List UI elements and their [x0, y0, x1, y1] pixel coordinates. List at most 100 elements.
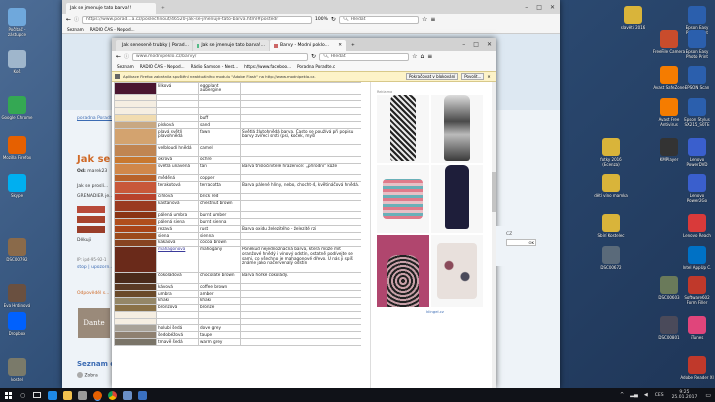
file-explorer-icon[interactable]	[63, 390, 73, 400]
desktop-icon-label: Google Chrome	[1, 115, 33, 120]
continue-blocking-button[interactable]: Pokračovat v blokování	[406, 73, 459, 80]
scrollbar-thumb[interactable]	[492, 172, 496, 212]
bookmark-item[interactable]: Rádio Samson - Nest...	[191, 64, 239, 69]
bookmark-item[interactable]: Seznam	[117, 64, 134, 69]
color-name-en	[198, 107, 241, 116]
network-icon[interactable]: ▂▄	[630, 392, 638, 398]
menu-icon[interactable]: ≡	[427, 53, 432, 60]
allow-button[interactable]: Povolit...	[461, 73, 485, 80]
front-url-field[interactable]: www.modnipeklo.cz/barvy/	[132, 52, 309, 61]
desktop-icon[interactable]: Eva Hrdinová	[0, 284, 34, 308]
tray-chevron-icon[interactable]: ^	[620, 392, 624, 398]
desktop-icon[interactable]: EPSON Scan	[680, 66, 714, 90]
info-icon[interactable]: ⓘ	[74, 16, 79, 23]
desktop-icon[interactable]: Epson Easy Photo Print	[680, 30, 714, 59]
notifications-icon[interactable]: ▭	[705, 392, 711, 399]
home-icon[interactable]: ⌂	[420, 53, 424, 60]
desktop-icon[interactable]: DSC00672	[594, 246, 628, 270]
minimize-icon[interactable]: –	[462, 41, 465, 48]
front-tab[interactable]: Jak seneseně trubky | Porad...	[116, 40, 192, 51]
desktop-icon[interactable]: Lenovo Power2Go	[680, 174, 714, 203]
ok-button[interactable]: OK	[528, 240, 535, 245]
info-icon[interactable]: ⓘ	[124, 53, 129, 60]
edge-icon[interactable]	[48, 390, 58, 400]
back-new-tab-button[interactable]: +	[157, 3, 169, 14]
star-icon[interactable]: ☆	[422, 16, 427, 23]
list-item[interactable]: Zobra	[77, 372, 98, 379]
star-icon[interactable]: ☆	[412, 53, 417, 60]
language-indicator[interactable]: CES	[655, 393, 664, 398]
desktop-icon[interactable]: Mozilla Firefox	[0, 136, 34, 160]
task-view-icon[interactable]	[33, 392, 42, 398]
start-button[interactable]	[0, 388, 16, 402]
app-icon[interactable]	[138, 390, 148, 400]
front-browser-window[interactable]: Jak seneseně trubky | Porad... Jak se jm…	[112, 38, 496, 388]
ad-sweater-image[interactable]	[377, 165, 429, 233]
chrome-icon[interactable]	[108, 390, 118, 400]
desktop-icon[interactable]: Google Chrome	[0, 96, 34, 120]
back-url-field[interactable]: https://www.porad...a.cz/poslechnout/465…	[82, 15, 313, 24]
ad-footer[interactable]: klingel.cz	[377, 309, 493, 314]
stop-links[interactable]: stop | upozorn...	[77, 265, 114, 270]
desktop-icon[interactable]: Epson Stylus SX215_S0TE	[680, 98, 714, 127]
front-tab[interactable]: Jak se jmenuje tato barva!...	[193, 40, 269, 51]
bookmark-item[interactable]: Poradna Poradte.c	[297, 64, 335, 69]
firefox-icon[interactable]	[93, 390, 103, 400]
photos-icon[interactable]	[123, 390, 133, 400]
minimize-icon[interactable]: –	[525, 4, 528, 11]
volume-icon[interactable]: ◀	[644, 392, 648, 398]
color-swatch	[114, 121, 157, 130]
zoom-level[interactable]: 100%	[315, 17, 328, 22]
ad-dress-image[interactable]	[431, 165, 483, 233]
desktop-icon[interactable]: Počítač - zástupce	[0, 8, 34, 37]
bookmark-item[interactable]: RADIO ČAS - Nepod...	[90, 27, 135, 32]
ad-model-image[interactable]	[377, 235, 429, 307]
desktop-icon[interactable]: Koš	[0, 50, 34, 74]
clock[interactable]: 9:25 25.01.2017	[672, 390, 698, 400]
desktop-icon[interactable]: Skype	[0, 174, 34, 198]
answer-link[interactable]: Odpověděl s...	[77, 291, 109, 296]
reload-icon[interactable]: ↻	[311, 53, 316, 60]
close-icon[interactable]: ✕	[487, 74, 490, 79]
front-search-field[interactable]: 🔍︎ Hledat	[319, 52, 410, 61]
close-icon[interactable]: ✕	[550, 4, 555, 11]
menu-icon[interactable]: ≡	[430, 16, 435, 23]
maximize-icon[interactable]: □	[473, 41, 479, 48]
store-icon[interactable]	[78, 390, 88, 400]
front-tab-active[interactable]: Barvy - Modní poklo... ✕	[270, 40, 346, 51]
front-new-tab-button[interactable]: +	[347, 40, 359, 51]
back-arrow-icon[interactable]: ←	[66, 16, 71, 23]
ad-dress-image[interactable]	[377, 95, 429, 163]
desktop-icon[interactable]: Dropbox	[0, 312, 34, 336]
ad-block[interactable]: Reklama klingel.cz	[377, 90, 493, 314]
back-arrow-icon[interactable]: ←	[116, 53, 121, 60]
desktop-icon[interactable]: iTunes	[680, 316, 714, 340]
close-icon[interactable]: ✕	[487, 41, 492, 48]
desktop-icon[interactable]: Lenovo PowerDVD	[680, 138, 714, 167]
desktop-icon-label: KMPlayer	[659, 157, 679, 162]
ad-sweater-image[interactable]	[431, 235, 483, 307]
ad-grid	[377, 95, 493, 307]
sidebar-input[interactable]: OK	[506, 239, 536, 246]
maximize-icon[interactable]: □	[536, 4, 542, 11]
bookmark-item[interactable]: Seznam	[67, 27, 84, 32]
back-tab-active[interactable]: Jak se jmenuje tato barva!!	[66, 3, 156, 14]
desktop-icon[interactable]: Software602 Form Filler	[680, 276, 714, 305]
desktop-icon[interactable]: DSC00792	[0, 238, 34, 262]
desktop-icon[interactable]: Adobe Reader XI	[680, 356, 714, 380]
desktop-icon[interactable]: Sbírí Kostelec	[594, 214, 628, 238]
desktop-icon[interactable]: dětí víno mamka	[594, 174, 628, 198]
desktop-icon[interactable]: Intel AppUp C.	[680, 246, 714, 270]
tab-close-icon[interactable]: ✕	[338, 43, 342, 48]
bookmark-item[interactable]: https://www.faceboo...	[244, 64, 291, 69]
desktop-icon[interactable]: slavěti 2016	[616, 6, 650, 30]
color-swatch	[114, 245, 157, 273]
desktop-icon[interactable]: Lenovo Reach	[680, 214, 714, 238]
desktop-icon[interactable]: fotky 2016 (Ecenza)	[594, 138, 628, 167]
bookmark-item[interactable]: RADIO ČAS - Nepod...	[140, 64, 185, 69]
search-taskbar-icon[interactable]: ○	[20, 392, 25, 399]
reload-icon[interactable]: ↻	[331, 16, 336, 23]
desktop-icon[interactable]: kostel	[0, 358, 34, 382]
ad-dress-image[interactable]	[431, 95, 483, 163]
back-search-field[interactable]: 🔍︎ Hledat	[338, 15, 419, 24]
